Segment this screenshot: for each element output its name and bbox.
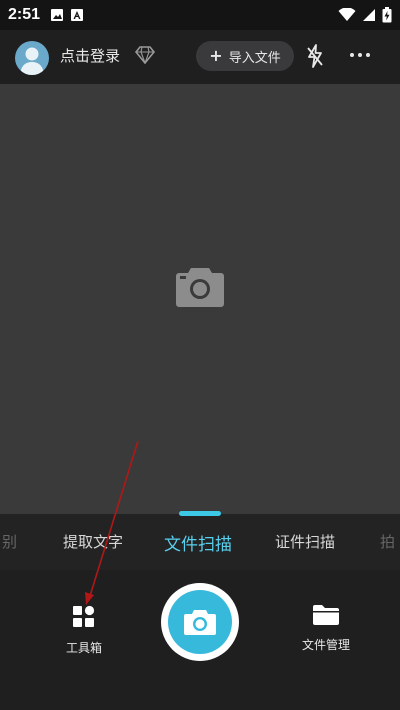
- file-manager-button[interactable]: 文件管理: [298, 604, 354, 653]
- image-notification-icon: [51, 9, 64, 21]
- camera-viewfinder[interactable]: [0, 84, 400, 514]
- user-icon: [20, 47, 44, 75]
- status-bar: 2:51: [0, 0, 400, 30]
- camera-icon: [184, 610, 216, 635]
- file-manager-label: 文件管理: [301, 638, 350, 652]
- active-tab-indicator: [179, 511, 221, 516]
- bottom-controls: 工具箱 文件管理: [0, 570, 400, 710]
- toolbox-button[interactable]: 工具箱: [60, 605, 108, 656]
- shutter-inner: [168, 590, 232, 654]
- status-time: 2:51: [8, 6, 41, 23]
- camera-placeholder-icon: [176, 268, 224, 307]
- toolbox-label: 工具箱: [65, 641, 102, 655]
- signal-icon: [363, 9, 375, 21]
- tab-id-scan[interactable]: 证件扫描: [275, 531, 335, 552]
- tab-next-partial[interactable]: 拍: [380, 531, 395, 552]
- more-icon[interactable]: [350, 53, 370, 57]
- notification-icons: [50, 8, 84, 22]
- tab-extract-text[interactable]: 提取文字: [63, 531, 123, 552]
- flash-off-icon[interactable]: [305, 43, 325, 69]
- shutter-button[interactable]: [161, 583, 239, 661]
- plus-icon: +: [209, 46, 223, 65]
- system-icons: [338, 7, 392, 23]
- import-file-button[interactable]: + 导入文件: [196, 41, 294, 71]
- tab-previous-partial[interactable]: 别: [2, 531, 17, 552]
- wifi-icon: [338, 8, 356, 21]
- folder-icon: [313, 605, 339, 625]
- battery-icon: [382, 7, 392, 23]
- top-bar: 点击登录 + 导入文件: [0, 30, 400, 84]
- vip-diamond-icon[interactable]: [135, 46, 155, 64]
- import-file-label: 导入文件: [228, 50, 281, 66]
- toolbox-grid-icon: [73, 605, 95, 627]
- tab-document-scan[interactable]: 文件扫描: [164, 530, 232, 555]
- app-notification-icon: [71, 9, 84, 21]
- scan-mode-tabs: 别 提取文字 文件扫描 证件扫描 拍: [0, 511, 400, 570]
- login-label[interactable]: 点击登录: [60, 45, 120, 66]
- avatar[interactable]: [15, 41, 49, 75]
